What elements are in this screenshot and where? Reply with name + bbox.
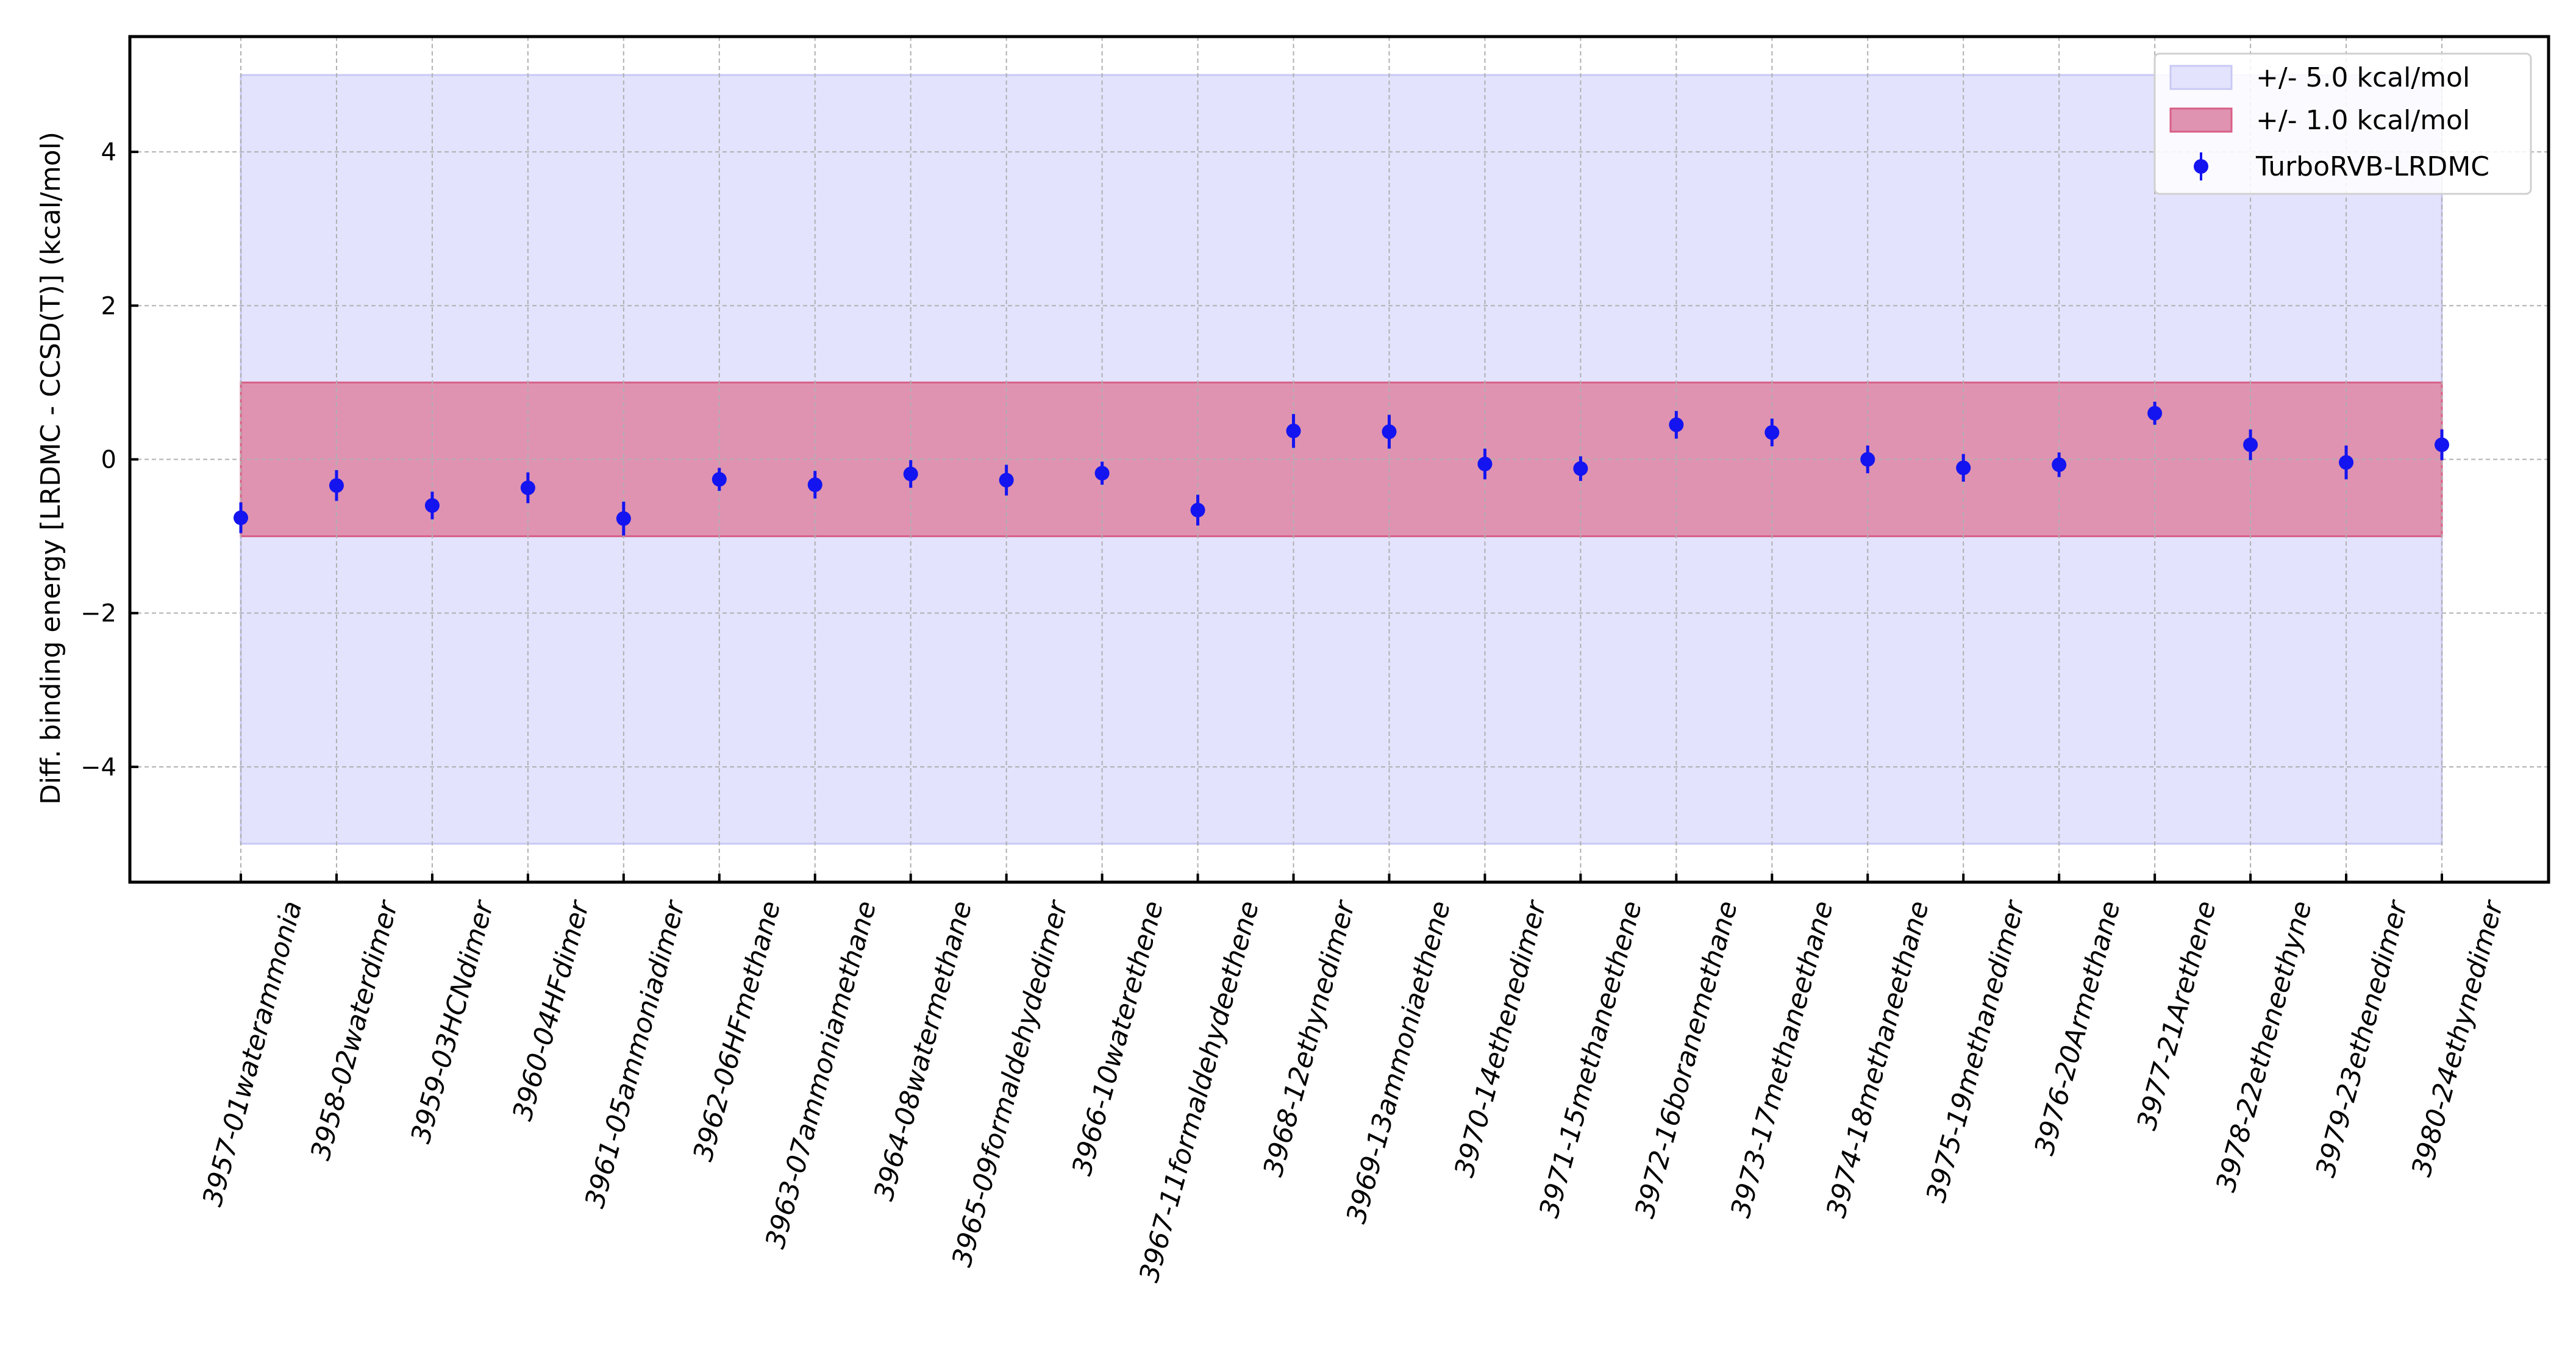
data-point: [2243, 437, 2258, 452]
data-point: [712, 472, 727, 487]
data-point: [2147, 405, 2163, 421]
data-point: [616, 511, 631, 526]
data-point: [1477, 457, 1493, 472]
data-point: [2435, 437, 2449, 452]
data-point: [520, 480, 535, 496]
data-point: [1956, 460, 1971, 476]
data-point: [1286, 423, 1301, 438]
data-point: [234, 510, 248, 526]
y-axis-label: Diff. binding energy [LRDMC - CCSD(T)] (…: [35, 132, 66, 805]
data-point: [1382, 424, 1397, 440]
legend-swatch-1kcal: [2169, 107, 2233, 133]
data-point: [329, 478, 344, 493]
data-point: [1860, 452, 1875, 467]
y-tick-label: 0: [101, 446, 116, 474]
legend-swatch-5kcal: [2169, 65, 2233, 90]
legend-label-5kcal: +/- 5.0 kcal/mol: [2256, 62, 2470, 93]
data-point: [2052, 457, 2067, 472]
y-tick-label: 4: [101, 138, 116, 166]
legend-label-series: TurboRVB-LRDMC: [2255, 151, 2489, 182]
legend-marker: [2194, 159, 2208, 174]
data-point: [999, 472, 1014, 488]
y-tick-label: 2: [101, 292, 116, 320]
data-point: [1094, 466, 1110, 481]
legend-label-1kcal: +/- 1.0 kcal/mol: [2256, 105, 2470, 136]
data-point: [2339, 455, 2354, 470]
data-point: [807, 477, 822, 493]
legend: +/- 5.0 kcal/mol +/- 1.0 kcal/mol TurboR…: [2153, 52, 2532, 195]
data-point: [1190, 502, 1205, 518]
data-point: [1669, 417, 1684, 432]
data-point: [903, 466, 918, 482]
data-point: [1573, 461, 1588, 476]
data-point: [1764, 425, 1780, 440]
chart: −4−20243957-01waterammonia3958-02waterdi…: [0, 0, 2576, 1365]
y-tick-label: −4: [80, 754, 116, 782]
data-point: [424, 498, 440, 513]
y-tick-label: −2: [80, 600, 116, 628]
